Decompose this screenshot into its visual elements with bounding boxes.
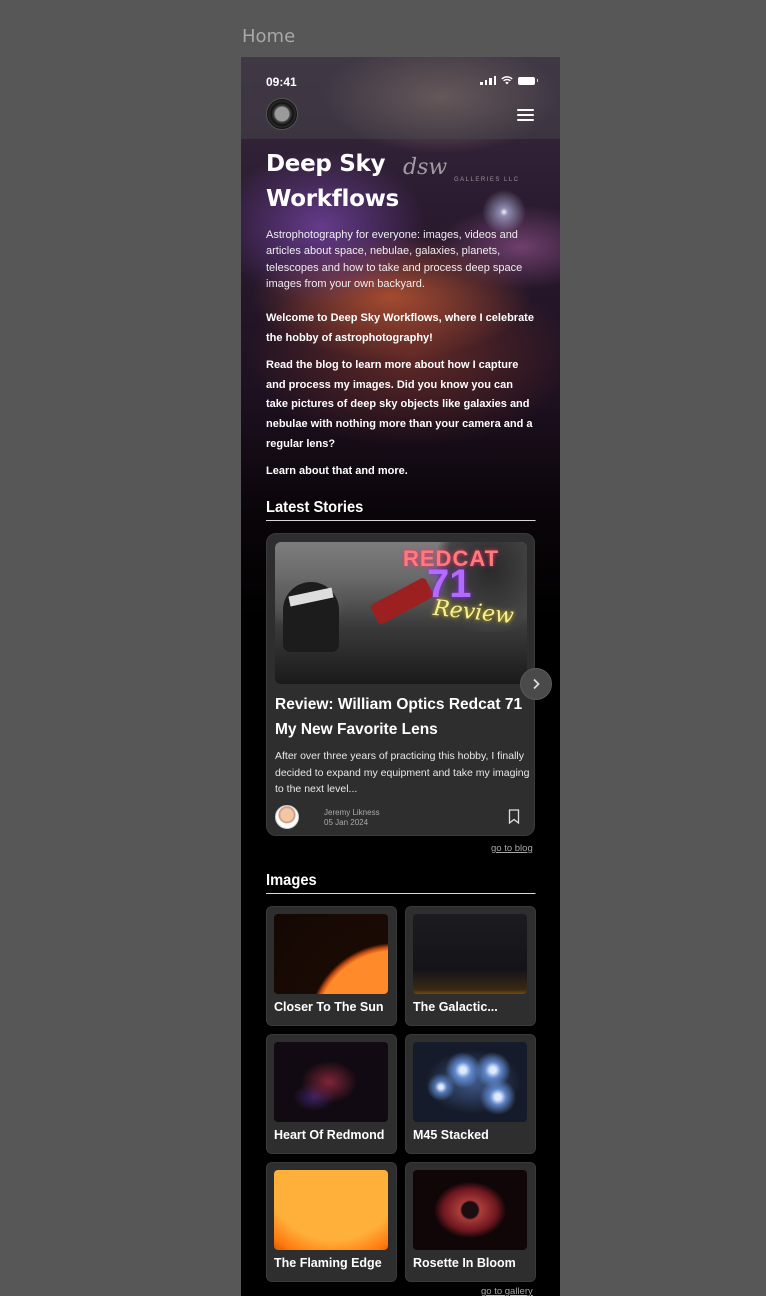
intro-paragraph-2: Read the blog to learn more about how I … [266,359,533,450]
gallery-label: Closer To The Sun [274,1000,384,1014]
story-date: 05 Jan 2024 [324,818,369,827]
site-logo[interactable] [266,98,298,130]
gallery-thumbnail [413,914,527,994]
author-name: Jeremy Likness [324,808,380,817]
frame-label: Home [242,26,296,47]
story-excerpt: After over three years of practicing thi… [275,750,530,795]
gallery-thumbnail [274,1170,388,1250]
story-image[interactable]: REDCAT 71 Review [275,542,527,684]
brand-script-logo: dsw [403,155,448,180]
gallery-label: The Flaming Edge [274,1256,382,1270]
intro-text: Welcome to Deep Sky Workflows, where I c… [266,309,538,490]
bookmark-icon[interactable] [508,809,520,824]
status-icons [480,76,538,85]
go-to-blog-link[interactable]: go to blog [491,843,533,854]
intro-paragraph-1: Welcome to Deep Sky Workflows, where I c… [266,312,534,344]
intro-paragraph-3: Learn about that and more. [266,465,408,478]
gallery-label: M45 Stacked [413,1128,489,1142]
gallery-tile[interactable]: Closer To The Sun [266,906,397,1026]
gallery-tile[interactable]: The Flaming Edge [266,1162,397,1282]
wifi-icon [501,76,513,85]
gallery-tile[interactable]: Heart Of Redmond [266,1034,397,1154]
hero-title-line-1: Deep Sky [266,151,386,177]
signal-icon [480,76,496,85]
gallery-tile[interactable]: M45 Stacked [405,1034,536,1154]
chevron-right-icon [533,678,540,690]
latest-stories-heading: Latest Stories [266,499,536,521]
gallery-thumbnail [274,1042,388,1122]
menu-icon[interactable] [517,109,534,124]
gallery-thumbnail [413,1042,527,1122]
brand-sub-label: GALLERIES LLC [454,177,520,183]
hero-tagline: Astrophotography for everyone: images, v… [266,229,523,290]
story-headline[interactable]: Review: William Optics Redcat 71 My New … [275,692,531,742]
battery-icon [518,76,538,85]
gallery-tile[interactable]: The Galactic... [405,906,536,1026]
gallery-label: The Galactic... [413,1000,498,1014]
gallery-thumbnail [274,914,388,994]
gallery-tile[interactable]: Rosette In Bloom [405,1162,536,1282]
gallery-thumbnail [413,1170,527,1250]
gallery-label: Rosette In Bloom [413,1256,516,1270]
status-time: 09:41 [266,75,297,89]
phone-screen: 09:41 Deep Sky Workflows dsw GALLERIES L… [241,57,560,1296]
images-heading: Images [266,872,536,894]
gallery-label: Heart Of Redmond [274,1128,385,1142]
story-card[interactable]: REDCAT 71 Review Review: William Optics … [266,533,535,836]
hero-title-line-2: Workflows [266,186,399,212]
carousel-next-button[interactable] [520,668,552,700]
top-navbar: 09:41 [241,57,560,139]
hero-title: Deep Sky Workflows [266,147,416,217]
go-to-gallery-link[interactable]: go to gallery [481,1286,533,1296]
author-avatar [275,805,299,829]
